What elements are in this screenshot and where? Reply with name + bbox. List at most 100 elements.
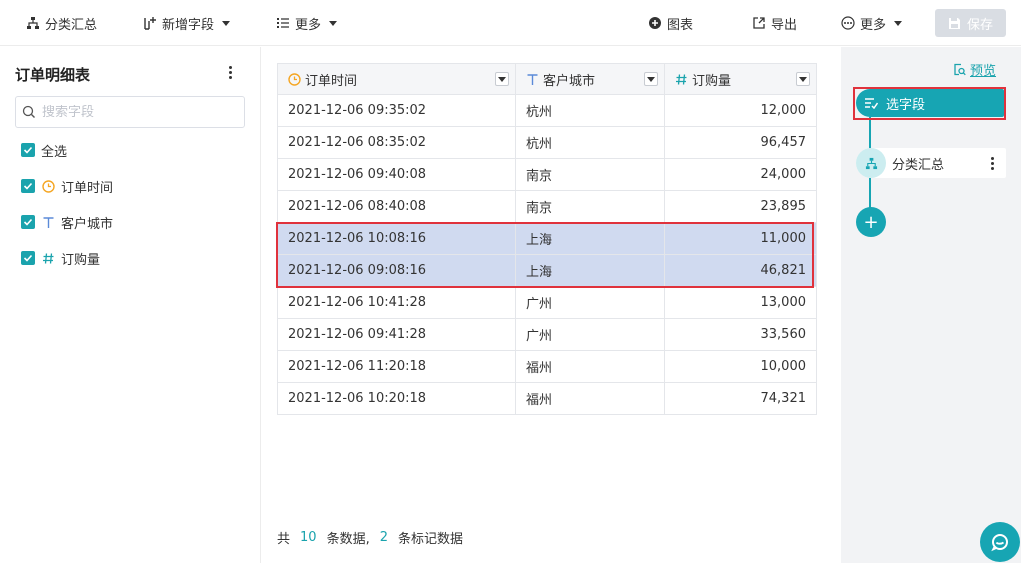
table-row-marked[interactable]: 2021-12-06 09:08:16 上海 46,821: [277, 254, 817, 287]
footer-prefix: 共: [277, 532, 291, 547]
search-field[interactable]: [15, 96, 245, 128]
clock-icon: [41, 179, 55, 193]
search-icon: [22, 105, 35, 118]
chevron-down-icon: [329, 20, 338, 26]
data-count-footer: 共 10 条数据, 2 条标记数据: [277, 528, 463, 547]
select-all-row[interactable]: 全选: [21, 141, 67, 160]
chart-label: 图表: [667, 17, 694, 33]
chat-support-button[interactable]: [980, 522, 1020, 562]
check-icon: [23, 146, 33, 154]
cell-customer-city: 杭州: [515, 94, 665, 127]
table-row[interactable]: 2021-12-06 10:41:28 广州 13,000: [277, 286, 817, 319]
add-field-button[interactable]: 新增字段: [143, 0, 231, 46]
save-button[interactable]: 保存: [935, 9, 1006, 37]
cell-customer-city: 福州: [515, 382, 665, 415]
total-count: 10: [300, 530, 317, 545]
number-type-icon: [41, 251, 55, 265]
field-checkbox[interactable]: [21, 215, 35, 229]
field-label: 订单时间: [61, 180, 114, 196]
step-panel: 预览 选字段 分类汇总 +: [841, 47, 1021, 563]
check-icon: [23, 254, 33, 262]
column-dropdown-button[interactable]: [644, 72, 658, 86]
step-select-fields[interactable]: 选字段: [856, 89, 1004, 117]
step-label: 分类汇总: [892, 157, 945, 173]
select-all-checkbox[interactable]: [21, 143, 35, 157]
step-connector: [869, 178, 871, 208]
table-row[interactable]: 2021-12-06 09:35:02 杭州 12,000: [277, 94, 817, 127]
more-menu-left[interactable]: 更多: [276, 0, 338, 46]
cell-order-time: 2021-12-06 09:41:28: [277, 318, 516, 351]
footer-mid: 条数据,: [326, 532, 370, 547]
table-row[interactable]: 2021-12-06 09:41:28 广州 33,560: [277, 318, 817, 351]
chat-icon: [991, 534, 1008, 552]
export-button[interactable]: 导出: [752, 0, 797, 46]
table-row[interactable]: 2021-12-06 08:40:08 南京 23,895: [277, 190, 817, 223]
more-left-label: 更多: [295, 17, 322, 33]
step-more-icon[interactable]: [984, 155, 1000, 171]
cell-order-time: 2021-12-06 10:20:18: [277, 382, 516, 415]
cell-order-qty: 23,895: [664, 190, 817, 223]
cell-order-time: 2021-12-06 09:40:08: [277, 158, 516, 191]
step-group-summary[interactable]: 分类汇总: [856, 148, 1006, 178]
step-label: 选字段: [886, 97, 926, 113]
table-row-marked[interactable]: 2021-12-06 10:08:16 上海 11,000: [277, 222, 817, 255]
cell-customer-city: 广州: [515, 318, 665, 351]
cell-order-qty: 96,457: [664, 126, 817, 159]
cell-order-qty: 74,321: [664, 382, 817, 415]
cell-customer-city: 南京: [515, 190, 665, 223]
column-header-order-time: 订单时间: [277, 63, 516, 95]
column-header-label: 订单时间: [305, 73, 358, 89]
cell-customer-city: 南京: [515, 158, 665, 191]
more-menu-right[interactable]: 更多: [841, 0, 903, 46]
preview-link[interactable]: 预览: [953, 60, 996, 79]
check-icon: [23, 182, 33, 190]
table-row[interactable]: 2021-12-06 08:35:02 杭州 96,457: [277, 126, 817, 159]
column-dropdown-button[interactable]: [796, 72, 810, 86]
footer-suffix: 条标记数据: [397, 532, 463, 547]
add-field-label: 新增字段: [162, 17, 215, 33]
export-label: 导出: [771, 17, 798, 33]
column-header-label: 订购量: [692, 73, 732, 89]
table-row[interactable]: 2021-12-06 11:20:18 福州 10,000: [277, 350, 817, 383]
field-item-customer-city[interactable]: 客户城市: [21, 213, 114, 232]
column-header-label: 客户城市: [543, 73, 596, 89]
cell-customer-city: 上海: [515, 222, 665, 255]
more-right-label: 更多: [860, 17, 887, 33]
field-checkbox[interactable]: [21, 179, 35, 193]
cell-order-qty: 24,000: [664, 158, 817, 191]
toolbar: 分类汇总 新增字段 更多 图表 导出 更多 保存: [0, 0, 1021, 46]
column-dropdown-button[interactable]: [495, 72, 509, 86]
cell-order-time: 2021-12-06 10:41:28: [277, 286, 516, 319]
marked-count: 2: [379, 530, 388, 545]
column-header-customer-city: 客户城市: [515, 63, 665, 95]
field-item-order-qty[interactable]: 订购量: [21, 249, 100, 268]
cell-order-qty: 46,821: [664, 254, 817, 287]
panel-title: 订单明细表: [15, 66, 91, 84]
table-header-row: 订单时间 客户城市 订购量: [277, 63, 817, 95]
cell-order-time: 2021-12-06 08:40:08: [277, 190, 516, 223]
chart-button[interactable]: 图表: [648, 0, 693, 46]
cell-order-time: 2021-12-06 09:08:16: [277, 254, 516, 287]
cell-customer-city: 上海: [515, 254, 665, 287]
cell-order-time: 2021-12-06 09:35:02: [277, 94, 516, 127]
cell-order-qty: 33,560: [664, 318, 817, 351]
chevron-down-icon: [222, 20, 231, 26]
table-row[interactable]: 2021-12-06 09:40:08 南京 24,000: [277, 158, 817, 191]
list-icon: [277, 18, 289, 28]
table-row[interactable]: 2021-12-06 10:20:18 福州 74,321: [277, 382, 817, 415]
field-item-order-time[interactable]: 订单时间: [21, 177, 114, 196]
preview-label: 预览: [970, 64, 997, 79]
add-step-button[interactable]: +: [856, 207, 886, 237]
group-summary-button[interactable]: 分类汇总: [26, 0, 97, 46]
field-checkbox[interactable]: [21, 251, 35, 265]
cell-order-time: 2021-12-06 08:35:02: [277, 126, 516, 159]
panel-more-icon[interactable]: [222, 64, 238, 80]
export-icon: [753, 17, 765, 29]
select-fields-icon: [865, 98, 878, 109]
search-input[interactable]: [42, 104, 232, 120]
cell-customer-city: 杭州: [515, 126, 665, 159]
cell-order-qty: 13,000: [664, 286, 817, 319]
field-label: 客户城市: [61, 216, 114, 232]
number-type-icon: [676, 73, 687, 85]
more-circle-icon: [841, 16, 855, 30]
